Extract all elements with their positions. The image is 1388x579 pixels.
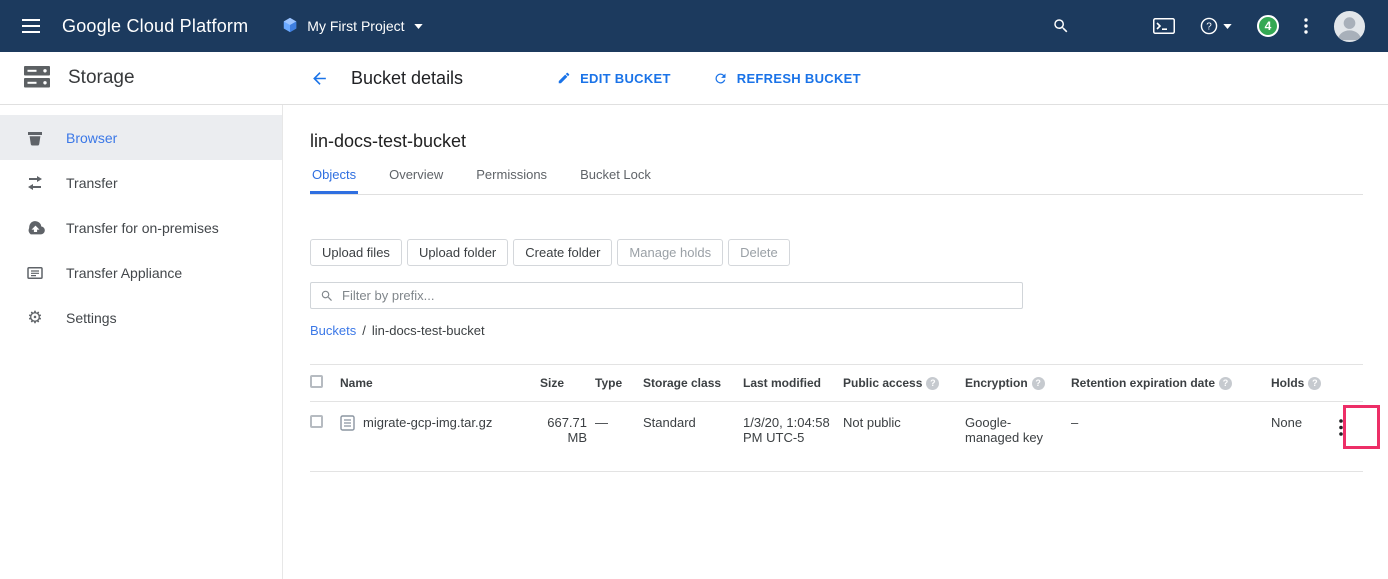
tab-bucket-lock[interactable]: Bucket Lock xyxy=(578,167,653,194)
upload-files-button[interactable]: Upload files xyxy=(310,239,402,266)
breadcrumb: Buckets / lin-docs-test-bucket xyxy=(310,323,1363,338)
project-name: My First Project xyxy=(307,18,404,34)
object-retention: – xyxy=(1071,402,1271,472)
help-icon[interactable] xyxy=(1032,377,1045,390)
project-icon xyxy=(282,17,298,36)
product-title: Storage xyxy=(68,67,135,89)
create-folder-button[interactable]: Create folder xyxy=(513,239,612,266)
column-header-name: Name xyxy=(340,365,540,402)
search-icon[interactable] xyxy=(1052,17,1070,35)
content: Browser Transfer Transfer for on-premise… xyxy=(0,105,1388,579)
object-encryption: Google-managed key xyxy=(965,402,1071,472)
more-options-icon[interactable] xyxy=(1304,18,1308,34)
object-type: — xyxy=(595,402,643,472)
bucket-icon xyxy=(25,130,45,146)
delete-button[interactable]: Delete xyxy=(728,239,790,266)
bucket-name-title: lin-docs-test-bucket xyxy=(310,131,1363,152)
sidebar: Browser Transfer Transfer for on-premise… xyxy=(0,105,283,579)
object-actions: Upload files Upload folder Create folder… xyxy=(310,239,1363,266)
sidebar-item-browser[interactable]: Browser xyxy=(0,115,282,160)
appliance-icon xyxy=(25,265,45,281)
page-header: Bucket details EDIT BUCKET REFRESH BUCKE… xyxy=(283,52,903,104)
refresh-icon xyxy=(713,71,728,86)
refresh-bucket-button[interactable]: REFRESH BUCKET xyxy=(713,71,861,86)
storage-product-icon xyxy=(24,66,50,91)
column-header-encryption: Encryption xyxy=(965,365,1071,402)
pencil-icon xyxy=(557,71,571,85)
topbar-actions: ? 4 xyxy=(1052,10,1388,43)
objects-table: Name Size Type Storage class Last modifi… xyxy=(310,364,1363,472)
svg-text:?: ? xyxy=(1206,22,1212,33)
column-header-public-access: Public access xyxy=(843,365,965,402)
cloud-upload-icon xyxy=(25,221,45,235)
product-panel-header: Storage xyxy=(0,52,283,104)
breadcrumb-current: lin-docs-test-bucket xyxy=(372,323,485,338)
column-header-holds: Holds xyxy=(1271,365,1326,402)
hamburger-menu-icon[interactable] xyxy=(0,0,62,52)
help-icon[interactable] xyxy=(926,377,939,390)
edit-bucket-button[interactable]: EDIT BUCKET xyxy=(557,71,671,86)
row-checkbox[interactable] xyxy=(310,415,323,428)
column-header-type: Type xyxy=(595,365,643,402)
main-panel: lin-docs-test-bucket Objects Overview Pe… xyxy=(283,105,1388,579)
tab-overview[interactable]: Overview xyxy=(387,167,445,194)
filter-box xyxy=(310,282,1023,309)
search-icon xyxy=(320,289,334,303)
object-size: 667.71 MB xyxy=(540,402,595,472)
tab-objects[interactable]: Objects xyxy=(310,167,358,194)
brand-logo: Google Cloud Platform xyxy=(62,16,248,37)
help-icon[interactable] xyxy=(1219,377,1232,390)
manage-holds-button[interactable]: Manage holds xyxy=(617,239,723,266)
back-arrow-icon[interactable] xyxy=(310,69,329,88)
breadcrumb-separator: / xyxy=(362,323,366,338)
chevron-down-icon xyxy=(414,24,423,29)
sidebar-item-settings[interactable]: ⚙ Settings xyxy=(0,295,282,340)
topbar: Google Cloud Platform My First Project ?… xyxy=(0,0,1388,52)
object-row: migrate-gcp-img.tar.gz 667.71 MB — Stand… xyxy=(310,402,1363,472)
column-header-retention: Retention expiration date xyxy=(1071,365,1271,402)
upload-folder-button[interactable]: Upload folder xyxy=(407,239,508,266)
object-storage-class: Standard xyxy=(643,402,743,472)
table-header-row: Name Size Type Storage class Last modifi… xyxy=(310,365,1363,402)
filter-prefix-input[interactable] xyxy=(342,288,1013,303)
select-all-checkbox[interactable] xyxy=(310,375,323,388)
object-name[interactable]: migrate-gcp-img.tar.gz xyxy=(363,415,492,430)
file-icon xyxy=(340,415,355,434)
sidebar-item-label: Browser xyxy=(66,130,117,146)
sidebar-item-transfer-on-premises[interactable]: Transfer for on-premises xyxy=(0,205,282,250)
sidebar-item-label: Transfer xyxy=(66,175,118,191)
notifications-badge[interactable]: 4 xyxy=(1257,15,1279,37)
sidebar-item-transfer-appliance[interactable]: Transfer Appliance xyxy=(0,250,282,295)
sidebar-item-label: Transfer for on-premises xyxy=(66,220,219,236)
column-header-last-modified: Last modified xyxy=(743,365,843,402)
tab-bar: Objects Overview Permissions Bucket Lock xyxy=(310,167,1363,195)
tab-permissions[interactable]: Permissions xyxy=(474,167,549,194)
sidebar-item-label: Settings xyxy=(66,310,117,326)
sidebar-item-label: Transfer Appliance xyxy=(66,265,182,281)
chevron-down-icon xyxy=(1223,24,1232,29)
row-menu-kebab-icon[interactable] xyxy=(1331,415,1351,443)
page-title: Bucket details xyxy=(351,68,463,89)
object-last-modified: 1/3/20, 1:04:58 PM UTC-5 xyxy=(743,402,843,472)
gear-icon: ⚙ xyxy=(25,309,45,326)
column-header-storage-class: Storage class xyxy=(643,365,743,402)
breadcrumb-buckets-link[interactable]: Buckets xyxy=(310,323,356,338)
help-menu-icon[interactable]: ? xyxy=(1200,17,1232,35)
column-header-size: Size xyxy=(540,365,595,402)
help-icon[interactable] xyxy=(1308,377,1321,390)
sidebar-item-transfer[interactable]: Transfer xyxy=(0,160,282,205)
avatar[interactable] xyxy=(1333,10,1366,43)
transfer-arrows-icon xyxy=(25,175,45,191)
cloud-shell-icon[interactable] xyxy=(1153,18,1175,34)
project-selector[interactable]: My First Project xyxy=(282,17,422,36)
object-holds: None xyxy=(1271,402,1326,472)
subheader: Storage Bucket details EDIT BUCKET REFRE… xyxy=(0,52,1388,105)
object-public-access: Not public xyxy=(843,402,965,472)
